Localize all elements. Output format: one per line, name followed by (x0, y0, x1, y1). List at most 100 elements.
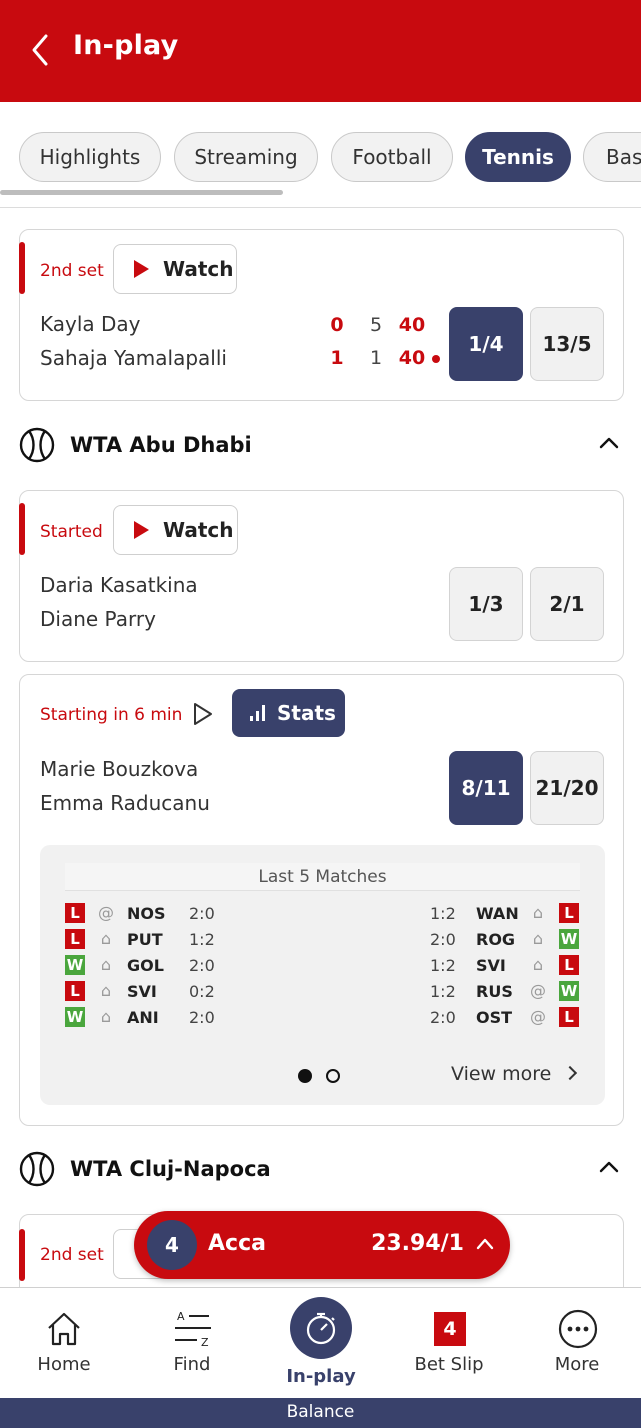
opponent-code: SVI (476, 956, 506, 975)
page-dot[interactable] (326, 1069, 340, 1083)
home-venue-icon: ⌂ (100, 929, 112, 948)
back-arrow-icon[interactable] (28, 32, 54, 68)
watch-label: Watch (163, 257, 234, 281)
match-score: 0:2 (189, 982, 215, 1001)
svg-text:A: A (177, 1310, 185, 1323)
watch-button[interactable]: Watch (113, 244, 237, 294)
view-more-link[interactable]: View more (451, 1063, 578, 1085)
odds-button-away[interactable]: 13/5 (530, 307, 604, 381)
page-title: In-play (73, 30, 179, 61)
tab-highlights[interactable]: Highlights (19, 132, 161, 182)
play-outline-icon[interactable] (192, 702, 214, 726)
match-score: 2:0 (189, 956, 215, 975)
home-venue-icon: ⌂ (532, 929, 544, 948)
odds-button-home[interactable]: 8/11 (449, 751, 523, 825)
page-dot-active[interactable] (298, 1069, 312, 1083)
more-dots-icon (558, 1309, 598, 1349)
home-icon (48, 1312, 80, 1346)
player-name: Daria Kasatkina (40, 573, 198, 597)
player-name: Marie Bouzkova (40, 757, 199, 781)
away-venue-icon: @ (530, 981, 546, 1000)
tabs-scrollbar[interactable] (0, 190, 283, 195)
competition-name: WTA Cluj-Napoca (70, 1157, 271, 1181)
balance-bar[interactable]: Balance (0, 1398, 641, 1428)
watch-button[interactable]: Watch (113, 505, 238, 555)
tab-streaming[interactable]: Streaming (174, 132, 318, 182)
tab-basketball[interactable]: Bas (583, 132, 641, 182)
event-card: Starting in 6 min Stats Marie Bouzkova E… (19, 674, 624, 1126)
match-score: 1:2 (430, 982, 456, 1001)
nav-label: More (554, 1354, 600, 1375)
acca-betslip-bar[interactable]: 4 Acca 23.94/1 (134, 1211, 510, 1279)
tab-football[interactable]: Football (331, 132, 453, 182)
nav-betslip[interactable]: 4 Bet Slip (385, 1288, 513, 1399)
opponent-code: NOS (127, 904, 166, 923)
match-score: 2:0 (189, 1008, 215, 1027)
competition-header[interactable]: WTA Cluj-Napoca (19, 1151, 624, 1191)
result-badge: W (559, 929, 579, 949)
chevron-up-icon (476, 1238, 494, 1250)
result-badge: W (65, 1007, 85, 1027)
competition-name: WTA Abu Dhabi (70, 433, 252, 457)
game-score: 1 (369, 347, 383, 369)
result-badge: L (65, 929, 85, 949)
odds-button-away[interactable]: 21/20 (530, 751, 604, 825)
player-name: Emma Raducanu (40, 791, 210, 815)
result-badge: L (65, 981, 85, 1001)
nav-find[interactable]: A Z Find (128, 1288, 256, 1399)
result-badge: L (559, 903, 579, 923)
event-status: 2nd set (40, 261, 104, 281)
chevron-right-icon (563, 1065, 578, 1081)
stopwatch-icon (306, 1312, 336, 1345)
set-score: 0 (330, 314, 344, 336)
tennis-ball-icon (19, 1151, 55, 1187)
match-score: 2:0 (430, 930, 456, 949)
odds-button-away[interactable]: 2/1 (530, 567, 604, 641)
opponent-code: GOL (127, 956, 164, 975)
competition-header[interactable]: WTA Abu Dhabi (19, 427, 624, 467)
result-badge: L (559, 955, 579, 975)
serve-indicator (432, 355, 440, 363)
chevron-up-icon[interactable] (598, 435, 620, 451)
odds-button-home[interactable]: 1/4 (449, 307, 523, 381)
acca-count: 4 (147, 1220, 197, 1270)
result-badge: L (559, 1007, 579, 1027)
match-score: 1:2 (430, 956, 456, 975)
opponent-code: WAN (476, 904, 519, 923)
opponent-code: ANI (127, 1008, 159, 1027)
tab-tennis[interactable]: Tennis (465, 132, 571, 182)
acca-price: 23.94/1 (371, 1231, 464, 1256)
opponent-code: PUT (127, 930, 163, 949)
stats-button[interactable]: Stats (232, 689, 345, 737)
nav-home[interactable]: Home (0, 1288, 128, 1399)
chevron-up-icon[interactable] (598, 1159, 620, 1175)
result-badge: W (559, 981, 579, 1001)
home-venue-icon: ⌂ (100, 1007, 112, 1026)
view-more-label: View more (451, 1063, 552, 1085)
sport-tabs: Highlights Streaming Football Tennis Bas (0, 102, 641, 208)
acca-label: Acca (208, 1231, 266, 1256)
bottom-navigation: Home A Z Find In-play 4 Bet Slip More (0, 1287, 641, 1398)
set-score: 1 (330, 347, 344, 369)
nav-inplay[interactable]: In-play (257, 1288, 385, 1399)
event-status: Starting in 6 min (40, 705, 183, 725)
home-venue-icon: ⌂ (100, 955, 112, 974)
odds-button-home[interactable]: 1/3 (449, 567, 523, 641)
watch-label: Watch (163, 518, 234, 542)
tennis-ball-icon (19, 427, 55, 463)
nav-label: In-play (286, 1366, 356, 1387)
opponent-code: ROG (476, 930, 516, 949)
event-status: 2nd set (40, 1245, 104, 1265)
betslip-icon: 4 (434, 1312, 466, 1346)
opponent-code: RUS (476, 982, 513, 1001)
svg-text:Z: Z (201, 1336, 209, 1349)
play-icon (134, 521, 149, 539)
point-score: 40 (398, 314, 426, 336)
home-venue-icon: ⌂ (100, 981, 112, 1000)
game-score: 5 (369, 314, 383, 336)
match-score: 1:2 (430, 904, 456, 923)
nav-more[interactable]: More (513, 1288, 641, 1399)
event-card: 2nd set Watch Kayla Day Sahaja Yamalapal… (19, 229, 624, 401)
away-venue-icon: @ (530, 1007, 546, 1026)
last-5-heading: Last 5 Matches (65, 863, 580, 891)
